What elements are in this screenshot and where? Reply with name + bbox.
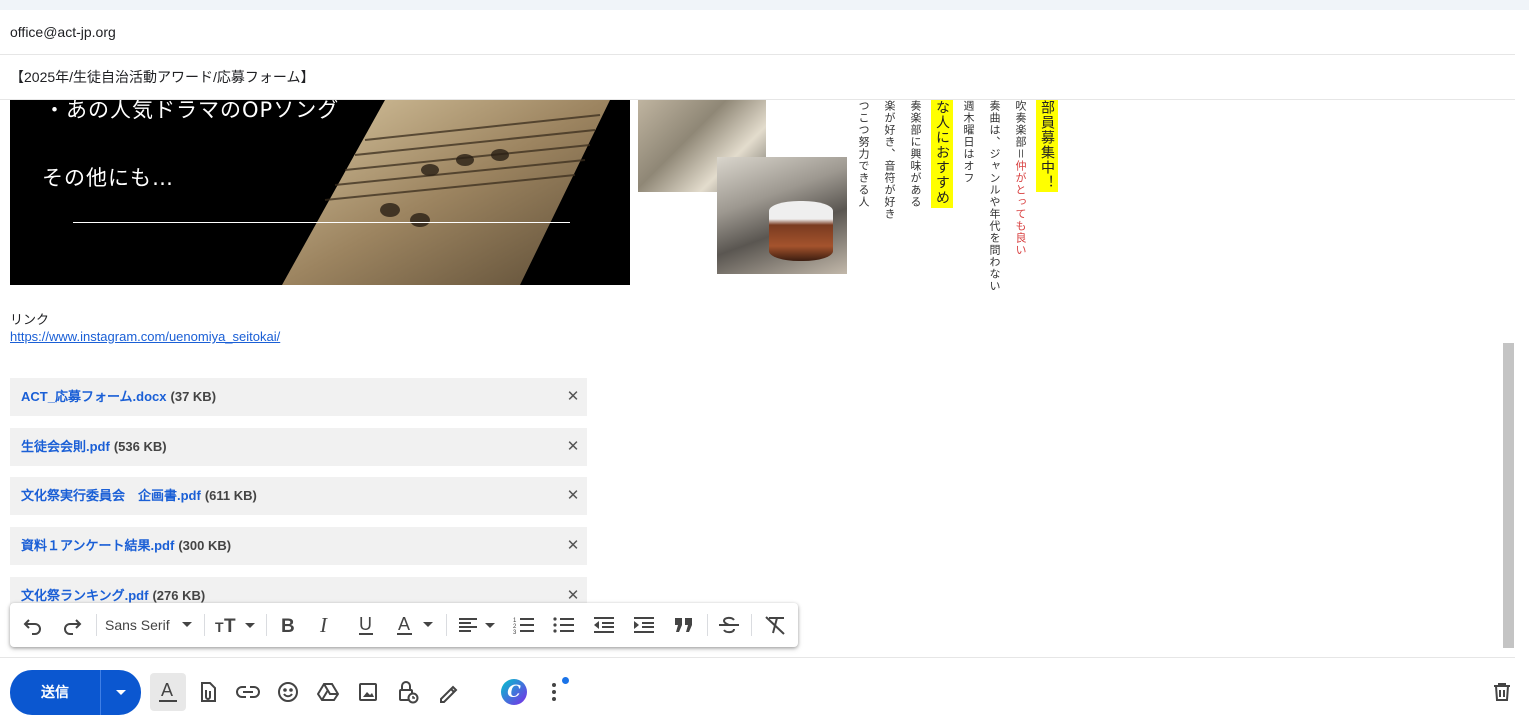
attachment-chip[interactable]: 生徒会会則.pdf (536 KB) ✕ <box>10 428 587 466</box>
font-size-icon[interactable]: TT <box>212 603 258 647</box>
redo-icon[interactable] <box>57 603 87 647</box>
quote-icon[interactable] <box>670 603 698 647</box>
attachment-name[interactable]: 資料１アンケート結果.pdf <box>21 538 174 553</box>
insert-photo-icon[interactable] <box>350 673 386 711</box>
flyer-line-6: 奏楽部に興味がある <box>909 100 922 208</box>
notification-dot <box>562 677 569 684</box>
remove-attachment-icon[interactable]: ✕ <box>565 477 581 515</box>
align-icon[interactable] <box>454 603 500 647</box>
remove-attachment-icon[interactable]: ✕ <box>565 527 581 565</box>
inline-banner-image: ・あの人気ドラマのOPソング その他にも… <box>10 100 630 285</box>
svg-text:T: T <box>224 616 236 635</box>
italic-icon[interactable]: I <box>312 603 340 647</box>
flyer-line-4: 週木曜日はオフ <box>962 100 975 184</box>
message-body[interactable]: ・あの人気ドラマのOPソング その他にも… 部員募集中！ 吹奏楽部＝仲がとっても… <box>0 100 1515 657</box>
canva-icon[interactable]: C <box>496 673 532 711</box>
google-drive-icon[interactable] <box>310 673 346 711</box>
subject-text[interactable]: 【2025年/生徒自治活動アワード/応募フォーム】 <box>10 69 315 85</box>
banner-text-line2: その他にも… <box>42 166 174 190</box>
indent-less-icon[interactable] <box>590 603 618 647</box>
toolbar-separator <box>446 614 447 636</box>
chevron-down-icon <box>116 689 126 695</box>
chevron-down-icon[interactable] <box>178 603 196 647</box>
remove-formatting-icon[interactable] <box>761 603 789 647</box>
attachment-chip[interactable]: 資料１アンケート結果.pdf (300 KB) ✕ <box>10 527 587 565</box>
bold-icon[interactable]: B <box>274 603 302 647</box>
attachment-size: (37 KB) <box>170 389 217 404</box>
numbered-list-icon[interactable]: 123 <box>510 603 538 647</box>
attachment-size: (536 KB) <box>113 439 167 454</box>
banner-text-line1: ・あの人気ドラマのOPソング <box>44 100 340 122</box>
toolbar-separator <box>751 614 752 636</box>
confidential-mode-icon[interactable] <box>390 673 426 711</box>
attachment-name[interactable]: 生徒会会則.pdf <box>21 439 110 454</box>
indent-more-icon[interactable] <box>630 603 658 647</box>
sheet-music-image <box>282 100 610 285</box>
svg-text:A: A <box>398 614 410 634</box>
discard-draft-icon[interactable] <box>1484 673 1520 711</box>
band-photo-2 <box>717 157 847 274</box>
svg-text:T: T <box>215 619 224 635</box>
banner-rule <box>73 222 570 223</box>
remove-attachment-icon[interactable]: ✕ <box>565 428 581 466</box>
flyer-line-3: 奏曲は、ジャンルや年代を問わない <box>988 100 1001 292</box>
flyer-line-8: つこつ努力できる人 <box>857 100 870 208</box>
svg-text:3: 3 <box>513 630 517 635</box>
attachment-chip[interactable]: 文化祭実行委員会 企画書.pdf (611 KB) ✕ <box>10 477 587 515</box>
attachment-size: (611 KB) <box>204 488 257 503</box>
attach-file-icon[interactable] <box>190 673 226 711</box>
drum-image <box>769 201 833 261</box>
top-strip <box>0 0 1529 10</box>
attachment-name[interactable]: 文化祭実行委員会 企画書.pdf <box>21 488 201 503</box>
insert-link-icon[interactable] <box>230 673 266 711</box>
attachment-size: (276 KB) <box>152 588 206 603</box>
toolbar-separator <box>266 614 267 636</box>
flyer-heading: 部員募集中！ <box>1036 100 1058 192</box>
canva-logo: C <box>501 679 527 705</box>
recipients-field[interactable]: office@act-jp.org <box>0 10 1515 55</box>
link-label: リンク <box>10 312 50 327</box>
body-scrollbar[interactable] <box>1503 343 1514 648</box>
toolbar-separator <box>707 614 708 636</box>
toolbar-separator <box>204 614 205 636</box>
send-button-group[interactable]: 送信 <box>10 670 141 715</box>
remove-attachment-icon[interactable]: ✕ <box>565 378 581 416</box>
svg-text:B: B <box>281 616 295 635</box>
attachment-size: (300 KB) <box>178 538 232 553</box>
font-family-select[interactable]: Sans Serif <box>105 603 170 647</box>
signature-icon[interactable] <box>430 673 466 711</box>
send-button[interactable]: 送信 <box>10 670 100 715</box>
svg-text:U: U <box>359 614 372 634</box>
schedule-send-button[interactable] <box>101 670 141 715</box>
flyer-subheading: な人におすすめ <box>931 100 953 208</box>
recipient-chip[interactable]: office@act-jp.org <box>10 24 116 40</box>
emoji-icon[interactable] <box>270 673 306 711</box>
flyer-line-2: 吹奏楽部＝仲がとっても良い <box>1014 100 1027 256</box>
undo-icon[interactable] <box>18 603 48 647</box>
compose-divider <box>0 657 1515 658</box>
toolbar-separator <box>96 614 97 636</box>
attachment-chip[interactable]: ACT_応募フォーム.docx (37 KB) ✕ <box>10 378 587 416</box>
underline-icon[interactable]: U <box>352 603 380 647</box>
formatting-options-icon[interactable]: A <box>150 673 186 711</box>
instagram-link[interactable]: https://www.instagram.com/uenomiya_seito… <box>10 329 280 344</box>
strikethrough-icon[interactable] <box>715 603 743 647</box>
flyer-line-7: 楽が好き、音符が好き <box>883 100 896 220</box>
svg-text:A: A <box>161 680 173 700</box>
formatting-toolbar: Sans Serif TT B I U A 123 <box>10 603 798 647</box>
bulleted-list-icon[interactable] <box>550 603 578 647</box>
attachment-name[interactable]: 文化祭ランキング.pdf <box>21 588 148 603</box>
attachment-name[interactable]: ACT_応募フォーム.docx <box>21 389 167 404</box>
subject-field[interactable]: 【2025年/生徒自治活動アワード/応募フォーム】 <box>0 55 1515 100</box>
text-color-icon[interactable]: A <box>392 603 438 647</box>
svg-text:I: I <box>319 615 328 635</box>
